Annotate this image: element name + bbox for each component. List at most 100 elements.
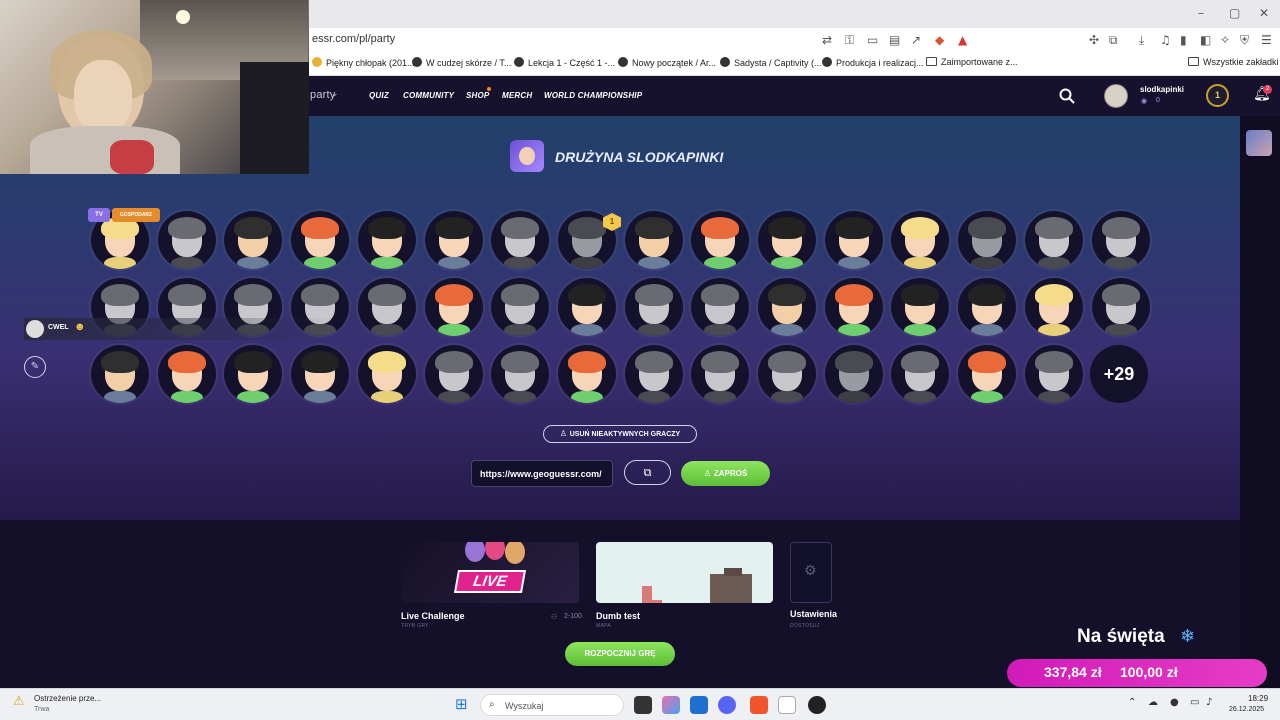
cloud-icon[interactable]: ☁ [1148,697,1158,708]
taskbar-search[interactable]: ⌕ Wyszukaj [480,694,624,716]
invite-url-field[interactable]: https://www.geoguessr.com/ [471,460,613,487]
bookmark-item[interactable]: Produkcja i realizacj... [822,57,924,68]
nav-world-championship[interactable]: WORLD CHAMPIONSHIP [544,91,642,100]
bookmark-folder[interactable]: Zaimportowane z... [926,57,1018,67]
search-icon[interactable] [1059,88,1075,104]
nav-quiz[interactable]: QUIZ [369,91,389,100]
monitor-icon[interactable]: ▭ [1190,697,1199,708]
nav-shop[interactable]: SHOP [466,91,489,100]
member-avatar[interactable] [1025,278,1083,336]
url-text[interactable]: essr.com/pl/party [312,33,395,45]
username[interactable]: slodkapinki [1140,85,1184,94]
nav-merch[interactable]: MERCH [502,91,532,100]
download-icon[interactable]: ⤓ [1139,33,1144,48]
notepad-icon[interactable] [778,696,796,714]
discord-icon[interactable] [718,696,736,714]
member-avatar[interactable] [825,345,883,403]
task-view-icon[interactable] [634,696,652,714]
maximize-icon[interactable]: ▢ [1229,6,1240,20]
member-avatar[interactable] [825,278,883,336]
sidebar-icon[interactable]: ▮ [1180,33,1187,47]
ai-icon[interactable]: ✧ [1220,33,1230,47]
member-avatar[interactable] [291,345,349,403]
member-avatar[interactable] [291,211,349,269]
chevron-down-icon[interactable]: ⌄ [331,89,338,98]
member-avatar[interactable] [625,211,683,269]
member-avatar[interactable] [958,278,1016,336]
member-avatar[interactable] [758,278,816,336]
member-avatar[interactable] [691,211,749,269]
all-bookmarks[interactable]: Wszystkie zakładki [1188,57,1279,67]
vpn-icon[interactable]: ⛨ [1240,33,1249,48]
music-icon[interactable]: ♫ [1160,33,1171,47]
bookmark-item[interactable]: Piękny chłopak (201... [312,57,415,68]
more-members[interactable]: +29 [1090,345,1148,403]
wallet-icon[interactable]: ◧ [1200,33,1211,47]
member-avatar[interactable] [425,211,483,269]
notification-title[interactable]: Ostrzeżenie prze... [34,694,101,703]
extensions-icon[interactable]: ✣ [1089,33,1099,47]
warning-icon[interactable]: ⚠ [13,694,25,709]
member-avatar[interactable] [891,345,949,403]
translate-icon[interactable]: ⇄ [822,33,832,47]
member-avatar[interactable] [558,345,616,403]
clock-date[interactable]: 26.12.2025 [1229,706,1264,713]
clock-time[interactable]: 18:29 [1248,694,1268,703]
member-avatar[interactable] [1025,345,1083,403]
member-avatar[interactable] [425,345,483,403]
member-avatar[interactable] [758,211,816,269]
brave-icon[interactable] [750,696,768,714]
member-avatar[interactable] [158,345,216,403]
start-game-button[interactable]: ROZPOCZNIJ GRĘ [565,642,675,666]
obs-icon[interactable] [808,696,826,714]
member-avatar[interactable] [491,278,549,336]
chevron-up-icon[interactable]: ⌃ [1128,697,1136,708]
bookmark-item[interactable]: Lekcja 1 - Część 1 -... [514,57,615,68]
member-avatar[interactable] [891,211,949,269]
windows-start-icon[interactable]: ⊞ [455,695,468,713]
member-avatar[interactable] [958,211,1016,269]
close-icon[interactable]: ✕ [1259,6,1269,20]
invite-button[interactable]: ♙ ZAPROŚ [681,461,770,486]
key-icon[interactable]: ⚿ [845,33,854,48]
settings-card[interactable]: ⚙ [790,542,832,603]
bookmark-item[interactable]: W cudzej skórze / T... [412,57,511,68]
member-avatar[interactable] [1092,211,1150,269]
member-avatar[interactable] [625,345,683,403]
member-avatar[interactable] [491,345,549,403]
share-icon[interactable]: ↗ [911,33,921,47]
card-icon[interactable]: ▤ [889,33,900,47]
member-avatar[interactable] [1092,278,1150,336]
menu-icon[interactable]: ☰ [1261,33,1272,47]
copilot-icon[interactable] [662,696,680,714]
cast-icon[interactable]: ▭ [867,33,878,47]
volume-icon[interactable]: ♪ [1206,697,1212,708]
map-card[interactable] [596,542,773,603]
brave-shield-icon[interactable]: ◆ [935,33,944,47]
member-avatar[interactable] [425,278,483,336]
member-avatar[interactable] [691,278,749,336]
tab-search-icon[interactable]: ⧉ [1109,33,1118,48]
remove-inactive-button[interactable]: ♙ USUŃ NIEAKTYWNYCH GRACZY [543,425,697,443]
chat-icon[interactable]: ✎ [24,356,46,378]
store-icon[interactable] [690,696,708,714]
party-thumbnail-icon[interactable] [1246,130,1272,156]
member-avatar[interactable] [558,278,616,336]
level-badge[interactable]: 1 [1206,84,1229,107]
user-avatar[interactable] [1104,84,1128,108]
member-avatar[interactable] [758,345,816,403]
mic-icon[interactable]: ● [1170,697,1179,708]
member-avatar[interactable] [625,278,683,336]
member-avatar[interactable] [358,211,416,269]
member-avatar[interactable] [691,345,749,403]
member-avatar[interactable] [91,345,149,403]
minimize-icon[interactable]: – [1198,6,1204,20]
member-avatar[interactable] [958,345,1016,403]
member-avatar[interactable] [891,278,949,336]
bookmark-item[interactable]: Nowy początek / Ar... [618,57,716,68]
copy-link-button[interactable]: ⧉ [624,460,671,485]
bookmark-item[interactable]: Sadysta / Captivity (... [720,57,822,68]
member-avatar[interactable] [224,211,282,269]
member-avatar[interactable] [358,278,416,336]
member-avatar[interactable] [158,211,216,269]
